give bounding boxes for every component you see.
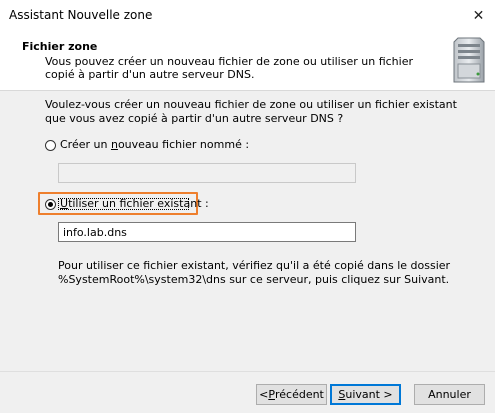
radio-button-existing-file[interactable] [45,198,56,210]
close-icon: ✕ [472,7,485,24]
page-description: Vous pouvez créer un nouveau fichier de … [45,55,413,81]
window-title: Assistant Nouvelle zone [9,8,153,22]
wizard-header: Fichier zone Vous pouvez créer un nouvea… [0,31,495,91]
radio-button-new-file[interactable] [45,139,56,151]
window-titlebar: Assistant Nouvelle zone ✕ [0,0,495,31]
radio-new-file[interactable]: Créer un nouveau fichier nommé : [45,138,249,152]
close-button[interactable]: ✕ [462,0,495,31]
radio-new-file-label: Créer un nouveau fichier nommé : [60,138,250,151]
question-text: Voulez-vous créer un nouveau fichier de … [45,98,457,125]
cancel-button[interactable]: Annuler [414,384,485,405]
server-icon [453,37,485,83]
existing-file-name-input[interactable] [58,222,356,242]
wizard-footer: < Précédent Suivant > Annuler [0,371,495,413]
wizard-body: Voulez-vous créer un nouveau fichier de … [0,91,495,371]
page-title: Fichier zone [22,40,98,53]
back-button[interactable]: < Précédent [256,384,327,405]
info-text: Pour utiliser ce fichier existant, vérif… [58,259,451,286]
new-file-name-input[interactable] [58,163,356,183]
next-button[interactable]: Suivant > [330,384,401,405]
focus-ring [58,198,189,210]
